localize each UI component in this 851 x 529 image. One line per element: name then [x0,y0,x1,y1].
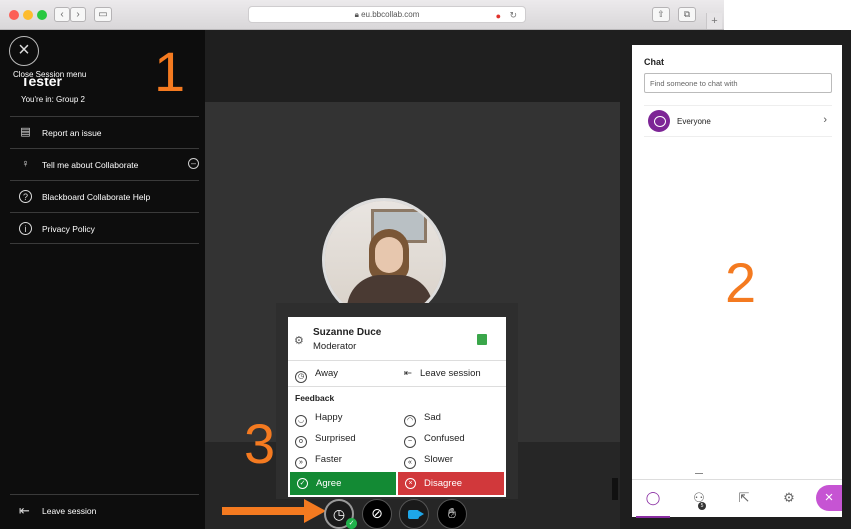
chat-icon: ◯ [645,490,661,505]
tab-chat[interactable]: ◯ [636,480,670,518]
popup-header: ⚙ Suzanne Duce Moderator [288,317,506,361]
disagree-button[interactable]: × Disagree [398,472,504,495]
tabs-icon[interactable]: ⧉ [678,7,696,22]
reload-icon[interactable]: ↻ [509,7,517,23]
popup-leave-session-button[interactable]: ⇤ Leave session [404,368,481,379]
cross-icon: × [405,478,416,489]
new-tab-button[interactable]: + [706,13,722,29]
user-name: Tester [21,78,62,88]
browser-chrome: ‹ › ▭ 🔒︎ eu.bbcollab.com ● ↻ ⇧ ⧉ + [0,0,851,30]
chat-search-input[interactable]: Find someone to chat with [644,73,832,93]
moderator-badge [477,334,487,345]
attendee-name: Suzanne Duce [313,327,382,338]
clock-icon: ◷ [332,506,346,522]
exit-icon: ⇤ [404,368,412,379]
collapse-icon[interactable]: – [188,158,199,169]
minimize-window-button[interactable] [23,10,33,20]
gear-icon[interactable]: ⚙ [294,334,304,347]
slower-icon: « [404,457,416,469]
panel-toggle[interactable] [612,478,618,500]
happy-icon: ◡ [295,415,307,427]
attendee-count-badge: 5 [698,502,706,510]
close-session-menu-label: Close Session menu [13,70,87,79]
tab-share-content[interactable]: ⇱ [727,480,761,518]
chat-everyone-label: Everyone [677,117,711,126]
raise-hand-button[interactable]: ✋︎ [437,499,467,529]
menu-item-privacy[interactable]: i Privacy Policy [10,212,199,244]
tab-attendees[interactable]: ⚇ 5 [682,480,716,518]
chat-title: Chat [644,57,664,67]
share-icon[interactable]: ⇧ [652,7,670,22]
menu-item-label: Blackboard Collaborate Help [42,192,151,202]
collaborate-panel-tabs: ◯ ⚇ 5 ⇱ ⚙ × [632,473,842,518]
microphone-button[interactable]: ⊘ [362,499,392,529]
feedback-slower[interactable]: «Slower [404,454,453,469]
surprised-icon: o [295,436,307,448]
menu-item-label: Privacy Policy [42,224,95,234]
feedback-faster[interactable]: » Faster [295,454,342,469]
annotation-number-2: 2 [725,251,757,314]
forward-button[interactable]: › [70,7,86,22]
attendee-role: Moderator [313,341,357,352]
feedback-sad[interactable]: ◠ Sad [404,412,441,427]
leave-session-label: Leave session [42,506,97,516]
browser-toolbar: ‹ › ▭ 🔒︎ eu.bbcollab.com ● ↻ ⇧ ⧉ + [0,0,724,30]
gear-icon: ⚙ [783,490,795,505]
faster-icon: » [295,457,307,469]
close-panel-button[interactable]: × [816,485,842,511]
menu-item-label: Report an issue [42,128,102,138]
tab-settings[interactable]: ⚙ [772,480,806,518]
help-icon: ? [19,190,32,203]
camera-button[interactable] [399,499,429,529]
back-button[interactable]: ‹ [54,7,70,22]
sidebar-icon[interactable]: ▭ [94,7,112,22]
check-icon: ✓ [297,478,308,489]
feedback-happy[interactable]: ◡ Happy [295,412,342,427]
menu-item-report-issue[interactable]: ▤ Report an issue [10,116,199,148]
close-icon: × [824,489,834,506]
menu-item-label: Tell me about Collaborate [42,160,139,170]
info-icon: i [19,222,32,235]
url-text: eu.bbcollab.com [361,10,420,19]
clock-icon: ◷ [295,371,307,383]
feedback-confused[interactable]: ~ Confused [404,433,465,448]
agree-status-badge: ✓ [346,518,357,529]
my-status-button[interactable]: ◷ ✓ [324,499,357,529]
away-button[interactable]: ◷ Away [295,368,338,383]
feedback-title: Feedback [295,393,335,403]
menu-item-help[interactable]: ? Blackboard Collaborate Help [10,180,199,212]
my-status-popup: ⚙ Suzanne Duce Moderator ◷ Away ⇤ Leave se… [288,317,506,497]
confused-icon: ~ [404,436,416,448]
group-label: You're in: Group 2 [21,95,85,104]
menu-item-tell-me[interactable]: ♀ Tell me about Collaborate – [10,148,199,180]
exit-icon: ⇤ [19,503,30,518]
share-content-icon: ⇱ [738,490,750,505]
microphone-off-icon: ⊘ [371,505,383,521]
annotation-number-1: 1 [154,40,186,103]
agree-button[interactable]: ✓ Agree [290,472,396,495]
session-menu: × Tester Close Session menu You're in: G… [0,30,205,529]
annotation-arrow [222,499,326,523]
microphone-icon: ● [495,11,501,21]
leave-session-button[interactable]: ⇤ Leave session [10,494,199,524]
close-window-button[interactable] [9,10,19,20]
address-bar[interactable]: 🔒︎ eu.bbcollab.com ● ↻ [248,6,526,23]
lightbulb-icon: ♀ [21,158,30,170]
camera-icon [408,510,424,519]
chat-everyone-item[interactable]: Everyone › [644,105,832,137]
annotation-number-3: 3 [244,412,276,475]
chat-panel: Chat Find someone to chat with Everyone … [632,45,842,518]
close-session-menu-button[interactable]: × [9,36,39,66]
chevron-right-icon: › [823,114,827,126]
report-icon: ▤ [20,126,31,138]
sad-icon: ◠ [404,415,416,427]
feedback-surprised[interactable]: o Surprised [295,433,356,448]
chat-bubble-icon [648,110,670,132]
zoom-window-button[interactable] [37,10,47,20]
hand-icon: ✋︎ [448,505,456,521]
